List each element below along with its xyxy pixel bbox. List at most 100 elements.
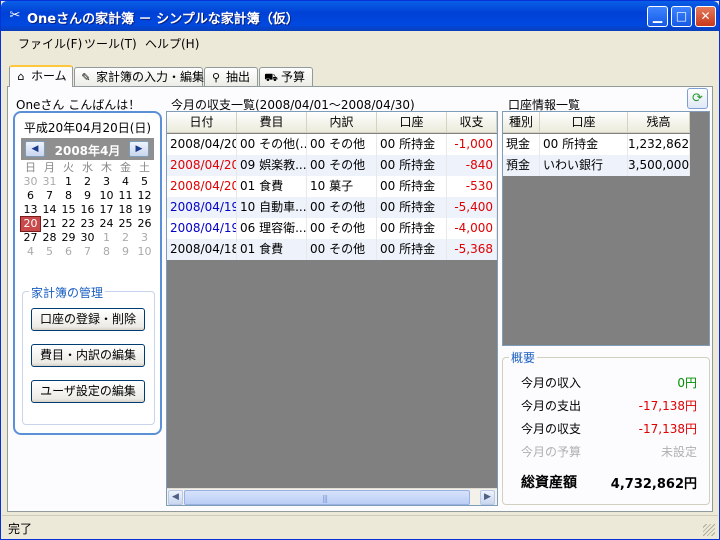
column-header-account[interactable]: 口座 <box>377 112 447 133</box>
tab-extract[interactable]: ⚲ 抽出 <box>204 67 258 87</box>
calendar-day[interactable]: 4 <box>116 175 135 189</box>
account-balance: 3,500,000 <box>628 155 690 176</box>
calendar-day[interactable]: 19 <box>135 203 154 217</box>
column-header-account[interactable]: 口座 <box>540 112 628 133</box>
calendar-header: ◀ 2008年4月 ▶ <box>21 138 154 160</box>
calendar-day[interactable]: 11 <box>116 189 135 203</box>
scroll-thumb[interactable]: ||| <box>184 490 470 505</box>
calendar-day[interactable]: 12 <box>135 189 154 203</box>
calendar-day[interactable]: 2 <box>78 175 97 189</box>
scroll-left-button[interactable]: ◀ <box>168 490 183 505</box>
transaction-row[interactable]: 2008/04/20 00 その他(... 00 その他 00 所持金 -1,000 <box>167 134 497 155</box>
app-window: ✂ Oneさんの家計簿 － シンプルな家計簿（仮） ▁ □ ✕ ファイル(F) … <box>0 0 720 540</box>
calendar-day[interactable]: 30 <box>78 231 97 245</box>
transaction-account: 00 所持金 <box>377 176 447 197</box>
status-bar: 完了 <box>2 515 718 539</box>
tab-budget[interactable]: ⛟ 予算 <box>259 67 313 87</box>
menu-tools[interactable]: ツール(T) <box>84 35 137 52</box>
transaction-row[interactable]: 2008/04/20 01 食費 10 菓子 00 所持金 -530 <box>167 176 497 197</box>
today-date-label: 平成20年04月20日(日) <box>23 121 152 135</box>
calendar-day[interactable]: 24 <box>97 217 116 231</box>
calendar-day[interactable]: 8 <box>59 189 78 203</box>
pencil-icon: ✎ <box>81 71 91 84</box>
calendar-weekday: 金 <box>120 161 131 174</box>
calendar-day[interactable]: 18 <box>116 203 135 217</box>
column-header-category[interactable]: 費目 <box>237 112 307 133</box>
tab-strip: ⌂ ホーム ✎ 家計簿の入力・編集 ⚲ 抽出 ⛟ 予算 <box>7 65 713 87</box>
calendar-month-label: 2008年4月 <box>54 144 121 158</box>
column-header-amount[interactable]: 収支 <box>447 112 497 133</box>
calendar-day[interactable]: 21 <box>40 217 59 231</box>
calendar-day[interactable]: 29 <box>59 231 78 245</box>
column-header-balance[interactable]: 残高 <box>628 112 690 133</box>
transaction-row[interactable]: 2008/04/19 10 自動車... 00 その他 00 所持金 -5,400 <box>167 197 497 218</box>
transaction-row[interactable]: 2008/04/20 09 娯楽教... 00 その他 00 所持金 -840 <box>167 155 497 176</box>
account-type: 預金 <box>503 155 540 176</box>
calendar-day-today[interactable]: 20 <box>20 216 41 232</box>
prev-month-button[interactable]: ◀ <box>25 141 45 157</box>
calendar-day[interactable]: 28 <box>40 231 59 245</box>
summary-label: 今月の予算 <box>521 445 582 459</box>
calendar-day[interactable]: 9 <box>78 189 97 203</box>
resize-grip-icon[interactable] <box>703 524 715 536</box>
transactions-list[interactable]: 日付 費目 内訳 口座 収支 2008/04/20 00 その他(... 00 その… <box>166 111 498 506</box>
calendar-day-outside: 10 <box>137 245 152 258</box>
calendar-weekday: 土 <box>139 161 150 174</box>
minimize-button[interactable]: ▁ <box>647 6 668 27</box>
scroll-right-button[interactable]: ▶ <box>480 490 495 505</box>
calendar-day[interactable]: 10 <box>97 189 116 203</box>
transactions-body: 2008/04/20 00 その他(... 00 その他 00 所持金 -1,000 20… <box>167 134 497 260</box>
transaction-row[interactable]: 2008/04/18 01 食費 00 その他 00 所持金 -5,368 <box>167 239 497 260</box>
calendar-day[interactable]: 5 <box>135 175 154 189</box>
refresh-button[interactable]: ⟳ <box>687 88 708 109</box>
tab-entry-edit[interactable]: ✎ 家計簿の入力・編集 <box>74 67 204 87</box>
cart-icon: ⛟ <box>264 71 278 84</box>
accounts-list[interactable]: 種別 口座 残高 現金 00 所持金 1,232,862 預金 いわい銀行 3,500,0… <box>502 111 710 346</box>
calendar-day-outside: 31 <box>42 175 57 188</box>
user-settings-button[interactable]: ユーザ設定の編集 <box>31 380 145 403</box>
horizontal-scrollbar[interactable]: ◀ ||| ▶ <box>167 488 497 505</box>
management-group: 家計簿の管理 口座の登録・削除 費目・内訳の編集 ユーザ設定の編集 <box>22 284 155 425</box>
calendar-day[interactable]: 7 <box>40 189 59 203</box>
accounts-body: 現金 00 所持金 1,232,862 預金 いわい銀行 3,500,000 <box>503 134 690 176</box>
summary-total-row: 総資産額 4,732,862円 <box>521 472 697 492</box>
tab-home-label: ホーム <box>31 69 67 83</box>
accounts-header: 種別 口座 残高 <box>503 112 690 133</box>
calendar-day[interactable]: 23 <box>78 217 97 231</box>
calendar-day[interactable]: 3 <box>97 175 116 189</box>
calendar-day[interactable]: 25 <box>116 217 135 231</box>
calendar-day[interactable]: 17 <box>97 203 116 217</box>
calendar-day[interactable]: 6 <box>21 189 40 203</box>
column-header-detail[interactable]: 内訳 <box>307 112 377 133</box>
calendar-day[interactable]: 15 <box>59 203 78 217</box>
calendar-day[interactable]: 1 <box>59 175 78 189</box>
calendar-day[interactable]: 26 <box>135 217 154 231</box>
calendar-day[interactable]: 27 <box>21 231 40 245</box>
account-register-button[interactable]: 口座の登録・削除 <box>31 308 145 331</box>
menu-file[interactable]: ファイル(F) <box>18 35 82 52</box>
title-bar[interactable]: ✂ Oneさんの家計簿 － シンプルな家計簿（仮） ▁ □ ✕ <box>1 1 719 31</box>
close-button[interactable]: ✕ <box>695 6 716 27</box>
transaction-row[interactable]: 2008/04/19 06 理容衛... 00 その他 00 所持金 -4,000 <box>167 218 497 239</box>
calendar-day[interactable]: 16 <box>78 203 97 217</box>
maximize-button[interactable]: □ <box>671 6 692 27</box>
calendar-day[interactable]: 14 <box>40 203 59 217</box>
tab-home[interactable]: ⌂ ホーム <box>9 65 73 87</box>
summary-legend: 概要 <box>509 349 538 366</box>
calendar-day[interactable]: 22 <box>59 217 78 231</box>
calendar-day[interactable]: 13 <box>21 203 40 217</box>
account-row[interactable]: 現金 00 所持金 1,232,862 <box>503 134 690 155</box>
transaction-date: 2008/04/19 <box>167 218 237 239</box>
transaction-amount: -4,000 <box>447 218 497 239</box>
next-month-button[interactable]: ▶ <box>129 141 149 157</box>
transactions-header: 日付 費目 内訳 口座 収支 <box>167 112 497 133</box>
menu-help[interactable]: ヘルプ(H) <box>145 35 199 52</box>
column-header-type[interactable]: 種別 <box>503 112 540 133</box>
category-edit-button[interactable]: 費目・内訳の編集 <box>31 344 145 367</box>
transaction-date: 2008/04/19 <box>167 197 237 218</box>
column-header-date[interactable]: 日付 <box>167 112 237 133</box>
summary-row: 今月の支出 -17,138円 <box>521 397 697 413</box>
transaction-category: 06 理容衛... <box>237 218 307 239</box>
home-icon: ⌂ <box>17 70 25 83</box>
account-row[interactable]: 預金 いわい銀行 3,500,000 <box>503 155 690 176</box>
